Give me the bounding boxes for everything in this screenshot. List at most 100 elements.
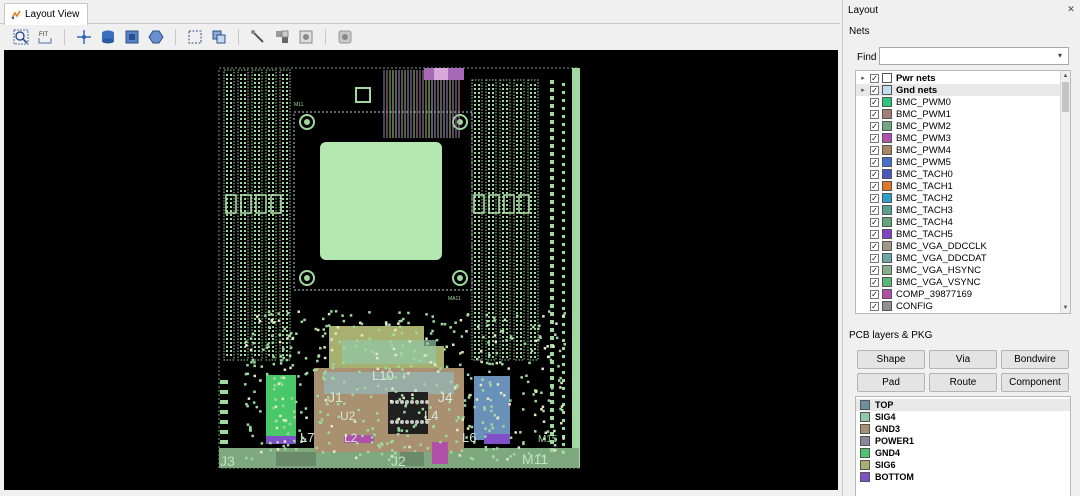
polygon-icon[interactable] <box>147 28 165 46</box>
find-input[interactable] <box>880 48 1052 64</box>
square-icon[interactable] <box>123 28 141 46</box>
net-row[interactable]: ✓ BMC_PWM2 <box>856 120 1060 132</box>
net-checkbox[interactable]: ✓ <box>870 109 879 119</box>
net-color-swatch[interactable] <box>882 85 892 95</box>
net-color-swatch[interactable] <box>882 229 892 239</box>
shape-button[interactable]: Shape <box>857 350 925 369</box>
net-color-swatch[interactable] <box>882 253 892 263</box>
expand-arrow-icon[interactable]: ▸ <box>858 86 868 94</box>
layer-row[interactable]: GND4 <box>856 447 1070 459</box>
net-color-swatch[interactable] <box>882 157 892 167</box>
layout-canvas[interactable]: J3 J2 M11 M11 MA11 J1 J4 L10 L4 L6 L7 L2 U2 M15 <box>4 50 838 490</box>
chevron-down-icon[interactable]: ▾ <box>1054 50 1066 62</box>
net-row[interactable]: ✓ BMC_TACH0 <box>856 168 1060 180</box>
net-color-swatch[interactable] <box>882 181 892 191</box>
net-checkbox[interactable]: ✓ <box>870 229 879 239</box>
layer-color-swatch[interactable] <box>860 448 870 458</box>
target-icon[interactable] <box>297 28 315 46</box>
net-row[interactable]: ✓ COMP_39877169 <box>856 288 1060 300</box>
layer-color-swatch[interactable] <box>860 424 870 434</box>
net-color-swatch[interactable] <box>882 217 892 227</box>
net-checkbox[interactable]: ✓ <box>870 85 879 95</box>
close-icon[interactable]: ✕ <box>1066 4 1076 14</box>
scroll-thumb[interactable] <box>1062 82 1069 112</box>
nets-scrollbar[interactable]: ▲ ▼ <box>1060 71 1070 313</box>
net-color-swatch[interactable] <box>882 289 892 299</box>
pcb-layer-list[interactable]: TOP SIG4 GND3 POWER1 GND4 SIG6 BOTTOM <box>855 396 1071 496</box>
net-row[interactable]: ✓ BMC_PWM4 <box>856 144 1060 156</box>
net-row[interactable]: ✓ BMC_TACH3 <box>856 204 1060 216</box>
record-icon[interactable] <box>336 28 354 46</box>
zoom-fit-icon[interactable]: FIT <box>36 28 54 46</box>
layer-row[interactable]: TOP <box>856 399 1070 411</box>
layer-row[interactable]: SIG4 <box>856 411 1070 423</box>
net-checkbox[interactable]: ✓ <box>870 169 879 179</box>
net-checkbox[interactable]: ✓ <box>870 193 879 203</box>
net-row[interactable]: ✓ BMC_PWM3 <box>856 132 1060 144</box>
layers-icon[interactable] <box>210 28 228 46</box>
layer-row[interactable]: POWER1 <box>856 435 1070 447</box>
tab-layout-view[interactable]: Layout View <box>4 3 88 25</box>
net-row[interactable]: ✓ BMC_PWM5 <box>856 156 1060 168</box>
net-color-swatch[interactable] <box>882 169 892 179</box>
net-checkbox[interactable]: ✓ <box>870 73 879 83</box>
net-row[interactable]: ✓ BMC_VGA_DDCCLK <box>856 240 1060 252</box>
layer-color-swatch[interactable] <box>860 460 870 470</box>
component-button[interactable]: Component <box>1001 373 1069 392</box>
net-checkbox[interactable]: ✓ <box>870 217 879 227</box>
net-row[interactable]: ✓ BMC_VGA_DDCDAT <box>856 252 1060 264</box>
net-row[interactable]: ✓ CONFIG <box>856 300 1060 312</box>
net-checkbox[interactable]: ✓ <box>870 205 879 215</box>
net-checkbox[interactable]: ✓ <box>870 181 879 191</box>
net-row[interactable]: ✓ BMC_PWM1 <box>856 108 1060 120</box>
route-button[interactable]: Route <box>929 373 997 392</box>
net-row[interactable]: ✓ BMC_PWM0 <box>856 96 1060 108</box>
layer-color-swatch[interactable] <box>860 436 870 446</box>
select-rect-icon[interactable] <box>186 28 204 46</box>
scroll-up-icon[interactable]: ▲ <box>1061 71 1070 81</box>
stack-icon[interactable] <box>273 28 291 46</box>
net-row[interactable]: ✓ BMC_TACH2 <box>856 192 1060 204</box>
net-row[interactable]: ✓ BMC_TACH4 <box>856 216 1060 228</box>
net-color-swatch[interactable] <box>882 97 892 107</box>
net-row[interactable]: ✓ BMC_VGA_HSYNC <box>856 264 1060 276</box>
net-checkbox[interactable]: ✓ <box>870 289 879 299</box>
net-checkbox[interactable]: ✓ <box>870 241 879 251</box>
net-color-swatch[interactable] <box>882 121 892 131</box>
net-row[interactable]: ▸ ✓ Pwr nets <box>856 72 1060 84</box>
net-color-swatch[interactable] <box>882 277 892 287</box>
net-color-swatch[interactable] <box>882 265 892 275</box>
layer-color-swatch[interactable] <box>860 472 870 482</box>
net-checkbox[interactable]: ✓ <box>870 97 879 107</box>
nets-list[interactable]: ▸ ✓ Pwr nets ▸ ✓ Gnd nets ✓ BMC_PWM0 ✓ BMC_PWM1 ✓ B… <box>855 70 1071 314</box>
net-color-swatch[interactable] <box>882 205 892 215</box>
zoom-area-icon[interactable] <box>12 28 30 46</box>
net-color-swatch[interactable] <box>882 145 892 155</box>
layer-color-swatch[interactable] <box>860 400 870 410</box>
scroll-down-icon[interactable]: ▼ <box>1061 303 1070 313</box>
net-checkbox[interactable]: ✓ <box>870 121 879 131</box>
net-row[interactable]: ▸ ✓ Gnd nets <box>856 84 1060 96</box>
layer-row[interactable]: SIG6 <box>856 459 1070 471</box>
net-row[interactable]: ✓ BMC_TACH1 <box>856 180 1060 192</box>
find-combobox[interactable]: ▾ <box>879 47 1069 65</box>
layer-color-swatch[interactable] <box>860 412 870 422</box>
cylinder-icon[interactable] <box>99 28 117 46</box>
net-checkbox[interactable]: ✓ <box>870 145 879 155</box>
net-checkbox[interactable]: ✓ <box>870 253 879 263</box>
probe-icon[interactable] <box>249 28 267 46</box>
bondwire-button[interactable]: Bondwire <box>1001 350 1069 369</box>
net-row[interactable]: ✓ BMC_TACH5 <box>856 228 1060 240</box>
net-color-swatch[interactable] <box>882 193 892 203</box>
crosshair-icon[interactable] <box>75 28 93 46</box>
net-checkbox[interactable]: ✓ <box>870 277 879 287</box>
pad-button[interactable]: Pad <box>857 373 925 392</box>
layer-row[interactable]: BOTTOM <box>856 471 1070 483</box>
layer-row[interactable]: GND3 <box>856 423 1070 435</box>
net-checkbox[interactable]: ✓ <box>870 157 879 167</box>
net-color-swatch[interactable] <box>882 73 892 83</box>
net-row[interactable]: ✓ BMC_VGA_VSYNC <box>856 276 1060 288</box>
net-checkbox[interactable]: ✓ <box>870 133 879 143</box>
net-checkbox[interactable]: ✓ <box>870 265 879 275</box>
via-button[interactable]: Via <box>929 350 997 369</box>
